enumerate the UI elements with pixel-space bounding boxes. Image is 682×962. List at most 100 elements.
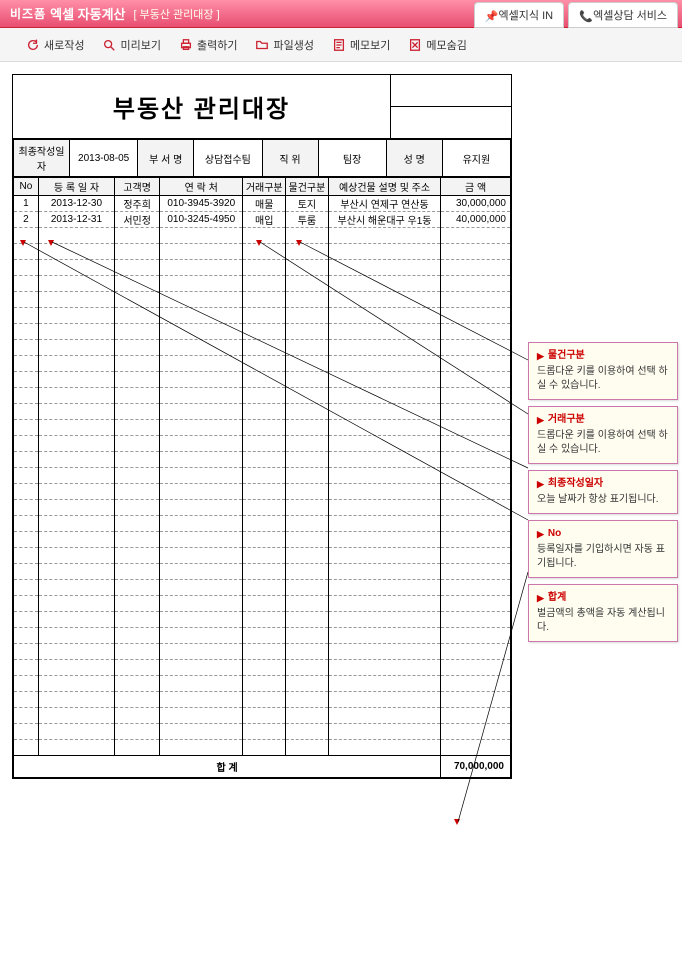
cell-desc[interactable] (328, 388, 440, 404)
cell-tt[interactable]: 매입 (243, 212, 286, 228)
cell-no[interactable] (14, 708, 39, 724)
cell-amt[interactable] (441, 644, 511, 660)
cell-date[interactable] (38, 692, 114, 708)
cell-desc[interactable] (328, 436, 440, 452)
table-row[interactable] (14, 532, 511, 548)
cell-desc[interactable] (328, 260, 440, 276)
cell-pt[interactable] (286, 644, 329, 660)
cell-desc[interactable] (328, 324, 440, 340)
cell-pt[interactable] (286, 580, 329, 596)
cell-pt[interactable] (286, 708, 329, 724)
cell-date[interactable] (38, 324, 114, 340)
cell-date[interactable] (38, 740, 114, 756)
cell-cust[interactable] (115, 436, 160, 452)
cell-amt[interactable] (441, 708, 511, 724)
table-row[interactable] (14, 660, 511, 676)
cell-desc[interactable] (328, 452, 440, 468)
print-button[interactable]: 출력하기 (173, 33, 243, 57)
table-row[interactable] (14, 564, 511, 580)
cell-no[interactable] (14, 260, 39, 276)
cell-tt[interactable] (243, 468, 286, 484)
cell-date[interactable] (38, 276, 114, 292)
cell-tel[interactable] (160, 372, 243, 388)
cell-tel[interactable] (160, 324, 243, 340)
table-row[interactable] (14, 516, 511, 532)
cell-pt[interactable] (286, 484, 329, 500)
cell-desc[interactable] (328, 708, 440, 724)
cell-cust[interactable] (115, 692, 160, 708)
preview-button[interactable]: 미리보기 (96, 33, 166, 57)
cell-tel[interactable] (160, 564, 243, 580)
cell-cust[interactable] (115, 724, 160, 740)
cell-cust[interactable] (115, 260, 160, 276)
cell-date[interactable] (38, 724, 114, 740)
cell-tel[interactable] (160, 228, 243, 244)
cell-cust[interactable] (115, 532, 160, 548)
table-row[interactable] (14, 596, 511, 612)
cell-tt[interactable] (243, 292, 286, 308)
cell-pt[interactable] (286, 244, 329, 260)
cell-pt[interactable] (286, 724, 329, 740)
cell-no[interactable] (14, 436, 39, 452)
cell-pt[interactable] (286, 292, 329, 308)
cell-tel[interactable] (160, 628, 243, 644)
cell-cust[interactable] (115, 548, 160, 564)
table-row[interactable] (14, 244, 511, 260)
cell-tel[interactable] (160, 644, 243, 660)
table-row[interactable] (14, 292, 511, 308)
cell-tt[interactable] (243, 532, 286, 548)
cell-no[interactable] (14, 292, 39, 308)
table-row[interactable] (14, 276, 511, 292)
cell-cust[interactable] (115, 596, 160, 612)
cell-pt[interactable] (286, 404, 329, 420)
cell-date[interactable] (38, 628, 114, 644)
memo-view-button[interactable]: 메모보기 (326, 33, 396, 57)
cell-tel[interactable] (160, 532, 243, 548)
cell-pt[interactable] (286, 308, 329, 324)
cell-no[interactable] (14, 612, 39, 628)
cell-tel[interactable] (160, 500, 243, 516)
cell-tel[interactable] (160, 484, 243, 500)
cell-tt[interactable] (243, 724, 286, 740)
cell-date[interactable]: 2013-12-31 (38, 212, 114, 228)
cell-amt[interactable] (441, 276, 511, 292)
cell-amt[interactable] (441, 660, 511, 676)
cell-no[interactable] (14, 740, 39, 756)
cell-no[interactable] (14, 452, 39, 468)
cell-cust[interactable] (115, 484, 160, 500)
table-row[interactable] (14, 452, 511, 468)
cell-amt[interactable] (441, 628, 511, 644)
cell-desc[interactable] (328, 292, 440, 308)
cell-no[interactable] (14, 468, 39, 484)
cell-cust[interactable] (115, 500, 160, 516)
cell-tel[interactable] (160, 580, 243, 596)
cell-date[interactable] (38, 708, 114, 724)
cell-date[interactable] (38, 260, 114, 276)
cell-amt[interactable] (441, 436, 511, 452)
cell-tt[interactable] (243, 324, 286, 340)
table-row[interactable] (14, 324, 511, 340)
table-row[interactable] (14, 740, 511, 756)
cell-tel[interactable] (160, 516, 243, 532)
cell-cust[interactable] (115, 660, 160, 676)
table-row[interactable] (14, 724, 511, 740)
cell-amt[interactable] (441, 228, 511, 244)
table-row[interactable] (14, 676, 511, 692)
cell-no[interactable] (14, 660, 39, 676)
cell-pt[interactable] (286, 596, 329, 612)
cell-cust[interactable] (115, 228, 160, 244)
cell-pt[interactable] (286, 260, 329, 276)
cell-cust[interactable] (115, 628, 160, 644)
cell-tt[interactable] (243, 260, 286, 276)
cell-no[interactable] (14, 676, 39, 692)
cell-date[interactable] (38, 484, 114, 500)
cell-pt[interactable] (286, 468, 329, 484)
cell-tel[interactable] (160, 420, 243, 436)
cell-no[interactable] (14, 532, 39, 548)
cell-pt[interactable] (286, 532, 329, 548)
cell-desc[interactable] (328, 548, 440, 564)
cell-tel[interactable] (160, 468, 243, 484)
cell-pt[interactable] (286, 692, 329, 708)
cell-pt[interactable] (286, 436, 329, 452)
cell-tel[interactable] (160, 452, 243, 468)
